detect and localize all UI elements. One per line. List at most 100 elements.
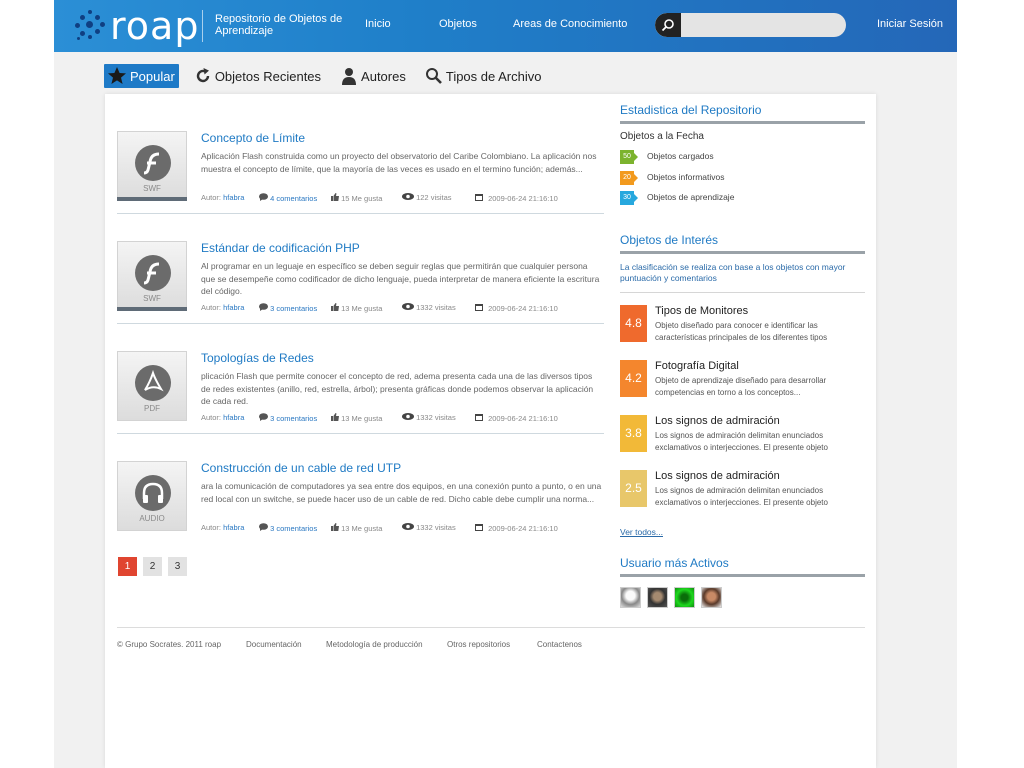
top-navigation-bar: roap Repositorio de Objetos de Aprendiza… — [54, 0, 957, 52]
avatar[interactable] — [701, 587, 722, 608]
tab-tipos-archivo[interactable]: Tipos de Archivo — [422, 64, 546, 88]
list-item: SWF Estándar de codificación PHP Al prog… — [117, 241, 604, 341]
item-date: 2009-06-24 21:16:10 — [488, 304, 558, 313]
footer-link-documentacion[interactable]: Documentación — [246, 640, 302, 649]
interest-note: La clasificación se realiza con base a l… — [620, 262, 846, 283]
comments-link[interactable]: 3 comentarios — [270, 524, 317, 533]
rated-description: Los signos de admiración delimitan enunc… — [655, 431, 828, 453]
search-icon — [425, 68, 442, 84]
user-icon — [342, 68, 357, 85]
author-label: Autor: — [201, 413, 222, 422]
search-button[interactable] — [655, 13, 681, 37]
rated-description: Los signos de admiración delimitan enunc… — [655, 486, 828, 508]
item-title[interactable]: Construcción de un cable de red UTP — [201, 461, 401, 475]
visits-count: 1332 visitas — [416, 523, 456, 532]
item-title[interactable]: Concepto de Límite — [201, 131, 305, 145]
logo-text: roap — [110, 4, 200, 48]
likes-count: 15 Me gusta — [341, 194, 383, 203]
item-date: 2009-06-24 21:16:10 — [488, 194, 558, 203]
tab-popular[interactable]: Popular — [104, 64, 179, 88]
rated-title[interactable]: Tipos de Monitores — [655, 305, 748, 317]
list-item: SWF Concepto de Límite Aplicación Flash … — [117, 131, 604, 231]
avatar[interactable] — [674, 587, 695, 608]
comments-link[interactable]: 4 comentarios — [270, 194, 317, 203]
item-date: 2009-06-24 21:16:10 — [488, 414, 558, 423]
rated-description: Objeto de aprendizaje diseñado para desa… — [655, 376, 827, 398]
comment-icon — [259, 303, 268, 311]
search-input[interactable] — [681, 13, 846, 37]
item-description: Al programar en un leguaje en específico… — [201, 261, 600, 297]
author-link[interactable]: hfabra — [223, 193, 244, 202]
item-description: Aplicación Flash construida como un proy… — [201, 151, 597, 174]
rated-item[interactable]: 2.5 Los signos de admiración Los signos … — [620, 470, 865, 510]
avatar[interactable] — [647, 587, 668, 608]
comment-icon — [259, 523, 268, 531]
rated-item[interactable]: 3.8 Los signos de admiración Los signos … — [620, 415, 865, 455]
page-2-button[interactable]: 2 — [143, 557, 162, 576]
item-title[interactable]: Estándar de codificación PHP — [201, 241, 360, 255]
calendar-icon — [475, 304, 483, 311]
see-all-link[interactable]: Ver todos... — [620, 527, 663, 537]
tagline: Repositorio de Objetos de Aprendizaje — [215, 13, 343, 37]
page-1-button[interactable]: 1 — [118, 557, 137, 576]
eye-icon — [402, 523, 414, 530]
item-divider — [117, 323, 604, 324]
visits-count: 1332 visitas — [416, 413, 456, 422]
footer-link-contactenos[interactable]: Contactenos — [537, 640, 582, 649]
active-users-title: Usuario más Activos — [620, 556, 729, 570]
thumbnail[interactable]: PDF — [117, 351, 187, 421]
active-users-list — [620, 587, 728, 608]
score-badge: 3.8 — [620, 415, 647, 452]
rated-item[interactable]: 4.2 Fotografía Digital Objeto de aprendi… — [620, 360, 865, 400]
rated-title[interactable]: Los signos de admiración — [655, 470, 780, 482]
item-title[interactable]: Topologías de Redes — [201, 351, 314, 365]
page-3-button[interactable]: 3 — [168, 557, 187, 576]
comments-link[interactable]: 3 comentarios — [270, 304, 317, 313]
file-type-label: PDF — [144, 404, 160, 413]
calendar-icon — [475, 414, 483, 421]
visits-count: 1332 visitas — [416, 303, 456, 312]
login-link[interactable]: Iniciar Sesión — [877, 18, 943, 30]
score-badge: 4.2 — [620, 360, 647, 397]
eye-icon — [402, 303, 414, 310]
filter-tabs: Popular Objetos Recientes Autores Tipos … — [104, 64, 557, 90]
tab-autores[interactable]: Autores — [337, 64, 410, 88]
nav-objetos[interactable]: Objetos — [439, 18, 477, 30]
thumbs-up-icon — [331, 303, 339, 311]
item-date: 2009-06-24 21:16:10 — [488, 524, 558, 533]
pagination: 1 2 3 — [118, 557, 193, 576]
comment-icon — [259, 193, 268, 201]
flash-icon — [135, 255, 171, 291]
footer-divider — [117, 627, 865, 628]
stat-count-badge: 50 — [620, 150, 638, 164]
rated-title[interactable]: Fotografía Digital — [655, 360, 739, 372]
calendar-icon — [475, 194, 483, 201]
avatar[interactable] — [620, 587, 641, 608]
thumbnail[interactable]: SWF — [117, 241, 187, 311]
tab-objetos-recientes[interactable]: Objetos Recientes — [191, 64, 325, 88]
item-description: ara la comunicación de computadores ya s… — [201, 481, 602, 504]
eye-icon — [402, 193, 414, 200]
rated-title[interactable]: Los signos de admiración — [655, 415, 780, 427]
footer-link-otros-repositorios[interactable]: Otros repositorios — [447, 640, 510, 649]
score-badge: 2.5 — [620, 470, 647, 507]
author-label: Autor: — [201, 303, 222, 312]
logo[interactable]: roap — [74, 6, 199, 46]
author-link[interactable]: hfabra — [223, 303, 244, 312]
nav-inicio[interactable]: Inicio — [365, 18, 391, 30]
thumbnail[interactable]: SWF — [117, 131, 187, 201]
comments-link[interactable]: 3 comentarios — [270, 414, 317, 423]
rated-item[interactable]: 4.8 Tipos de Monitores Objeto diseñado p… — [620, 305, 865, 345]
likes-count: 13 Me gusta — [341, 414, 383, 423]
logo-dots-icon — [74, 9, 108, 43]
author-label: Autor: — [201, 523, 222, 532]
file-type-label: SWF — [143, 294, 161, 303]
thumbnail[interactable]: AUDIO — [117, 461, 187, 531]
nav-areas-conocimiento[interactable]: Areas de Conocimiento — [513, 18, 627, 30]
stat-count-badge: 30 — [620, 191, 638, 205]
author-link[interactable]: hfabra — [223, 523, 244, 532]
pdf-icon — [135, 365, 171, 401]
author-link[interactable]: hfabra — [223, 413, 244, 422]
footer-link-metodologia[interactable]: Metodología de producción — [326, 640, 423, 649]
file-type-label: AUDIO — [139, 514, 165, 523]
